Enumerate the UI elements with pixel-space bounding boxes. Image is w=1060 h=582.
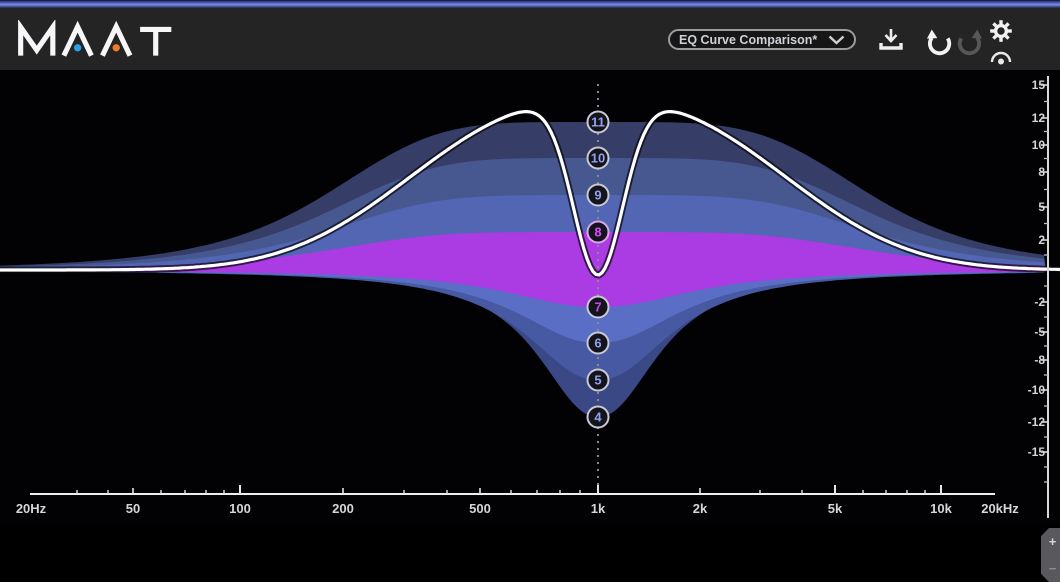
eq-band-marker-6[interactable]: 6	[588, 333, 609, 354]
window-accent-strip	[0, 0, 1060, 8]
logo-dot-orange	[113, 44, 120, 51]
gain-zoom-control: + −	[1041, 528, 1060, 582]
settings-gear-icon[interactable]	[988, 18, 1014, 44]
eq-band-marker-11[interactable]: 11	[588, 112, 609, 133]
zoom-out-button[interactable]: −	[1041, 555, 1060, 582]
logo-letter-t	[140, 29, 171, 55]
zoom-in-button[interactable]: +	[1041, 528, 1060, 555]
preset-dropdown-value: EQ Curve Comparison*	[679, 33, 817, 47]
eq-band-marker-9[interactable]: 9	[588, 185, 609, 206]
eq-band-marker-5[interactable]: 5	[588, 370, 609, 391]
undo-icon[interactable]	[925, 28, 954, 57]
svg-text:11: 11	[591, 115, 605, 130]
svg-text:7: 7	[594, 300, 601, 315]
eq-band-marker-8[interactable]: 8	[588, 222, 609, 243]
header-bar: EQ Curve Comparison*	[0, 8, 1060, 71]
svg-text:8: 8	[594, 225, 601, 240]
eq-band-marker-7[interactable]: 7	[588, 297, 609, 318]
chevron-down-icon	[828, 35, 845, 45]
eq-curves-canvas[interactable]: 11 10 9 8 7 6 5 4	[0, 70, 1060, 525]
svg-text:4: 4	[594, 410, 602, 425]
redo-icon[interactable]	[955, 28, 984, 57]
eq-band-marker-4[interactable]: 4	[588, 407, 609, 428]
eq-graph-area[interactable]: 1110987654 20Hz501002005001k2k5k10k20kHz…	[0, 70, 1060, 525]
svg-text:5: 5	[594, 373, 601, 388]
maat-logo	[17, 20, 175, 60]
preset-dropdown[interactable]: EQ Curve Comparison*	[668, 29, 856, 50]
download-icon[interactable]	[878, 26, 904, 54]
logo-dot-blue	[74, 44, 81, 51]
svg-text:10: 10	[591, 151, 605, 166]
monitor-icon[interactable]	[989, 48, 1013, 66]
svg-text:6: 6	[594, 336, 601, 351]
svg-text:9: 9	[594, 188, 601, 203]
logo-letter-m	[21, 27, 53, 55]
eq-band-marker-10[interactable]: 10	[588, 148, 609, 169]
